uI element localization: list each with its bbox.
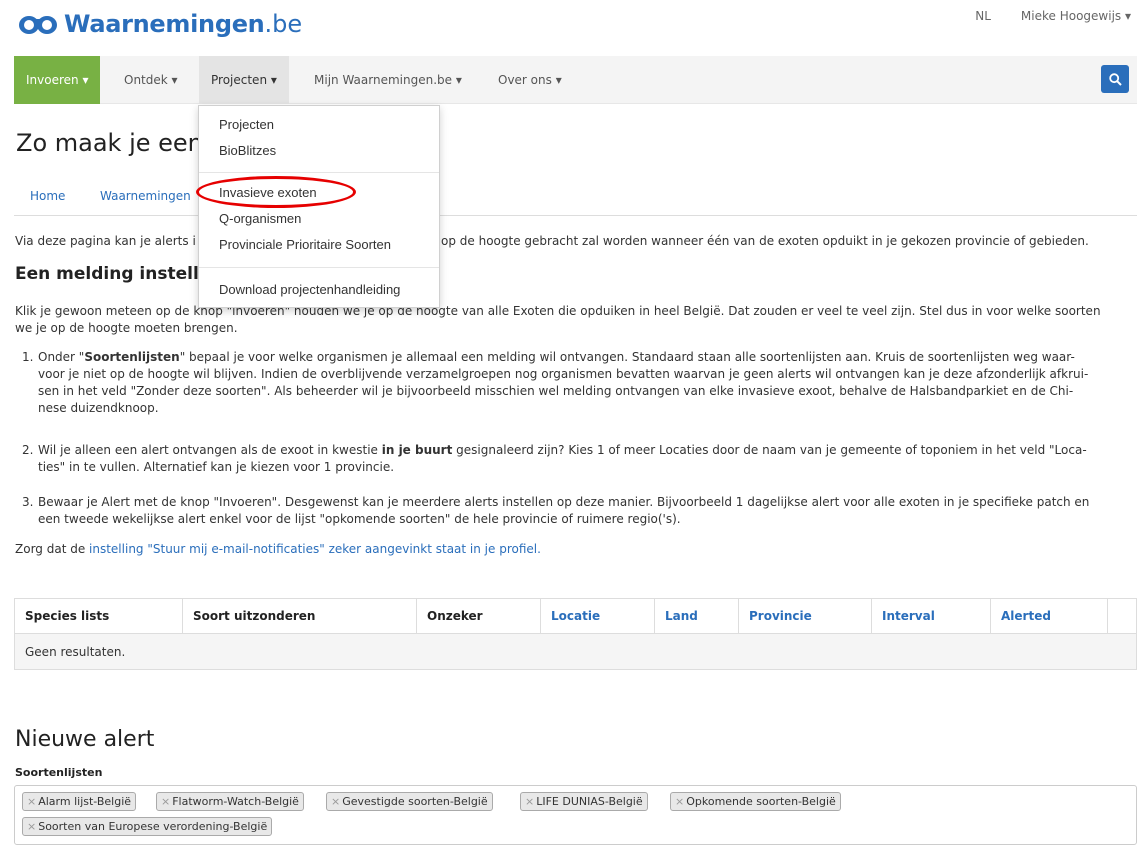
menu-divider bbox=[199, 267, 439, 268]
tag-label: Alarm lijst-België bbox=[38, 795, 132, 808]
tag-life-dunias[interactable]: × LIFE DUNIAS-België bbox=[520, 792, 648, 811]
brand-name: Waarnemingen bbox=[64, 10, 265, 38]
list-item: 2. Wil je alleen een alert ontvangen als… bbox=[22, 442, 1128, 476]
col-interval[interactable]: Interval bbox=[871, 598, 991, 634]
paragraph-instructions: Klik je gewoon meteen op de knop "invoer… bbox=[15, 303, 1130, 337]
breadcrumb-waarnemingen[interactable]: Waarnemingen bbox=[100, 189, 191, 203]
menu-item-download-handleiding[interactable]: Download projectenhandleiding bbox=[219, 282, 400, 297]
step2-line2: ties" in te vullen. Alternatief kan je k… bbox=[38, 460, 395, 474]
col-land[interactable]: Land bbox=[654, 598, 739, 634]
empty-results: Geen resultaten. bbox=[14, 633, 1137, 670]
page-title: Zo maak je een bbox=[16, 129, 203, 157]
table-header-row: Species lists Soort uitzonderen Onzeker … bbox=[14, 598, 1137, 634]
user-menu[interactable]: Mieke Hoogewijs ▾ bbox=[1021, 9, 1131, 23]
tag-remove-icon[interactable]: × bbox=[27, 795, 36, 808]
step1-text-b: " bepaal je voor welke organismen je all… bbox=[179, 350, 1075, 364]
nav-mijn-waarnemingen[interactable]: Mijn Waarnemingen.be ▾ bbox=[302, 56, 474, 104]
language-switch[interactable]: NL bbox=[975, 9, 991, 23]
col-alerted[interactable]: Alerted bbox=[990, 598, 1108, 634]
tag-label: Opkomende soorten-België bbox=[686, 795, 836, 808]
highlight-annotation bbox=[196, 176, 356, 208]
para-line2: we je op de hoogte moeten brengen. bbox=[15, 321, 238, 335]
main-navbar: Invoeren ▾ Ontdek ▾ Projecten ▾ Mijn Waa… bbox=[14, 56, 1137, 104]
tag-remove-icon[interactable]: × bbox=[27, 820, 36, 833]
step1-line3: sen in het veld "Zonder deze soorten". A… bbox=[38, 384, 1074, 398]
projecten-dropdown-menu: Projecten BioBlitzes Invasieve exoten Q-… bbox=[198, 105, 440, 308]
step3-line1: Bewaar je Alert met de knop "Invoeren". … bbox=[38, 495, 1090, 509]
step1-line2: voor je niet op de hoogte wil blijven. I… bbox=[38, 367, 1089, 381]
col-provincie[interactable]: Provincie bbox=[738, 598, 872, 634]
top-header: Waarnemingen .be NL Mieke Hoogewijs ▾ bbox=[0, 0, 1139, 52]
menu-item-projecten[interactable]: Projecten bbox=[219, 117, 274, 132]
profile-note: Zorg dat de instelling "Stuur mij e-mail… bbox=[15, 541, 541, 558]
para-line1-start: Klik je gewoon meteen op de bbox=[15, 304, 194, 318]
col-onzeker: Onzeker bbox=[416, 598, 541, 634]
tag-alarm-lijst[interactable]: × Alarm lijst-België bbox=[22, 792, 137, 811]
col-soort-uitzonderen: Soort uitzonderen bbox=[182, 598, 417, 634]
intro-text-left: Via deze pagina kan je alerts i bbox=[15, 234, 196, 248]
tag-gevestigde-soorten[interactable]: × Gevestigde soorten-België bbox=[326, 792, 493, 811]
nav-projecten[interactable]: Projecten ▾ bbox=[199, 56, 289, 104]
soortenlijsten-label: Soortenlijsten bbox=[15, 766, 103, 779]
tag-remove-icon[interactable]: × bbox=[525, 795, 534, 808]
brand-tld: .be bbox=[264, 10, 303, 38]
menu-item-provinciale-prioritaire-soorten[interactable]: Provinciale Prioritaire Soorten bbox=[219, 237, 391, 252]
intro-text-right: op de hoogte gebracht zal worden wanneer… bbox=[441, 234, 1089, 248]
soortenlijsten-multiselect[interactable]: × Alarm lijst-België × Flatworm-Watch-Belg… bbox=[14, 785, 1137, 845]
search-icon bbox=[1108, 72, 1122, 86]
tag-remove-icon[interactable]: × bbox=[331, 795, 340, 808]
step3-line2: een tweede wekelijkse alert enkel voor d… bbox=[38, 512, 681, 526]
tag-remove-icon[interactable]: × bbox=[675, 795, 684, 808]
step-number: 3. bbox=[22, 495, 34, 509]
nav-invoeren[interactable]: Invoeren ▾ bbox=[14, 56, 101, 104]
tag-label: Gevestigde soorten-België bbox=[342, 795, 488, 808]
tag-label: Soorten van Europese verordening-België bbox=[38, 820, 268, 833]
alerts-table: Species lists Soort uitzonderen Onzeker … bbox=[14, 598, 1137, 670]
profile-settings-link[interactable]: instelling "Stuur mij e-mail-notificatie… bbox=[89, 542, 541, 556]
step-number: 1. bbox=[22, 350, 34, 364]
tag-label: LIFE DUNIAS-België bbox=[536, 795, 643, 808]
step2-text-a: Wil je alleen een alert ontvangen als de… bbox=[38, 443, 382, 457]
nav-over-ons[interactable]: Over ons ▾ bbox=[486, 56, 574, 104]
binoculars-logo-icon bbox=[19, 16, 57, 34]
new-alert-title: Nieuwe alert bbox=[15, 727, 155, 752]
nav-ontdek[interactable]: Ontdek ▾ bbox=[112, 56, 190, 104]
step2-bold: in je buurt bbox=[381, 443, 453, 457]
step1-text-a: Onder " bbox=[38, 350, 85, 364]
tag-label: Flatworm-Watch-België bbox=[172, 795, 299, 808]
breadcrumb: Home Waarnemingen bbox=[14, 178, 1137, 216]
menu-item-bioblitzes[interactable]: BioBlitzes bbox=[219, 143, 276, 158]
list-item: 1. Onder "Soortenlijsten" bepaal je voor… bbox=[22, 349, 1128, 417]
col-locatie[interactable]: Locatie bbox=[540, 598, 655, 634]
menu-divider bbox=[199, 172, 439, 173]
step1-line4: nese duizendknoop. bbox=[38, 401, 159, 415]
step2-text-b: gesignaleerd zijn? Kies 1 of meer Locati… bbox=[452, 443, 1087, 457]
menu-item-q-organismen[interactable]: Q-organismen bbox=[219, 211, 301, 226]
breadcrumb-home[interactable]: Home bbox=[30, 189, 65, 203]
step-number: 2. bbox=[22, 443, 34, 457]
tag-flatworm-watch[interactable]: × Flatworm-Watch-België bbox=[156, 792, 304, 811]
profile-note-prefix: Zorg dat de bbox=[15, 542, 90, 556]
list-item: 3. Bewaar je Alert met de knop "Invoeren… bbox=[22, 494, 1128, 528]
site-logo[interactable]: Waarnemingen .be bbox=[16, 10, 302, 38]
tag-europese-verordening[interactable]: × Soorten van Europese verordening-België bbox=[22, 817, 273, 836]
section-title: Een melding instelle bbox=[15, 264, 211, 284]
step1-bold: Soortenlijsten bbox=[84, 350, 180, 364]
col-species-lists: Species lists bbox=[14, 598, 183, 634]
search-button[interactable] bbox=[1101, 65, 1129, 93]
tag-opkomende-soorten[interactable]: × Opkomende soorten-België bbox=[670, 792, 841, 811]
tag-remove-icon[interactable]: × bbox=[161, 795, 170, 808]
table-row: Geen resultaten. bbox=[14, 633, 1137, 670]
col-actions bbox=[1107, 598, 1137, 634]
